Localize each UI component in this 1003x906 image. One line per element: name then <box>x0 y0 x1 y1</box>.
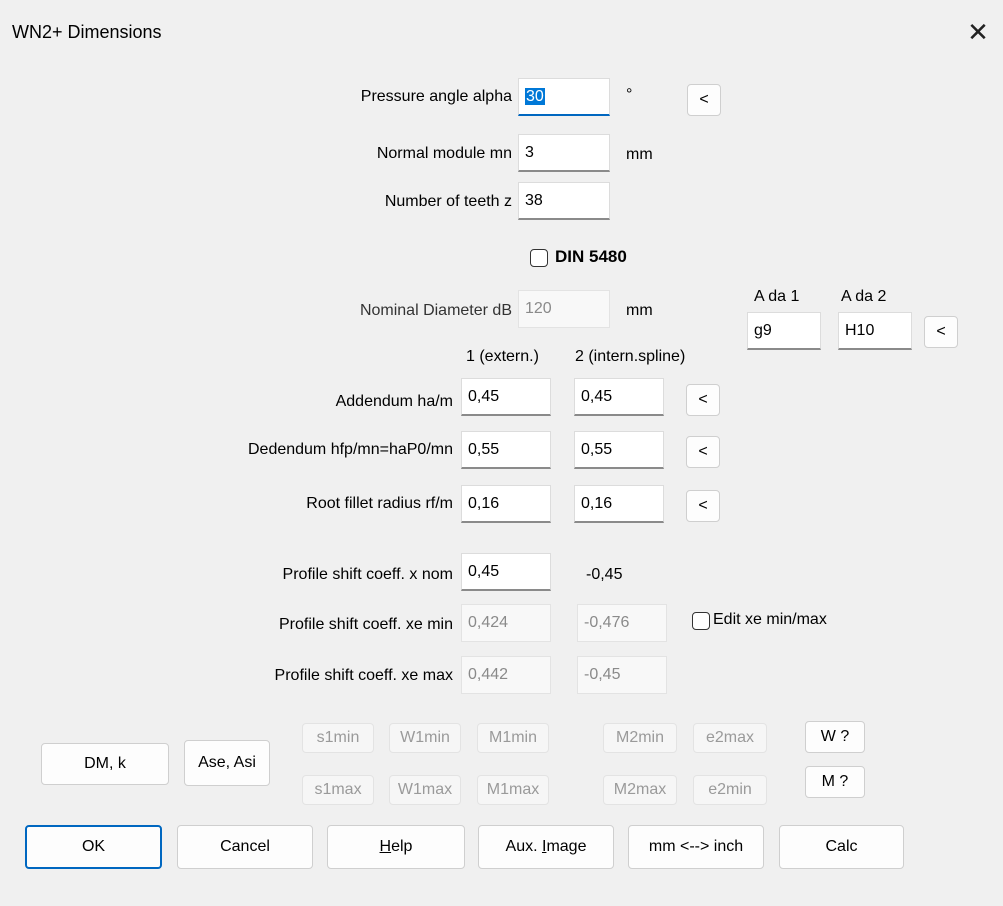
teeth-input[interactable]: 38 <box>518 182 610 220</box>
edit-xe-label: Edit xe min/max <box>713 611 827 628</box>
tolerance-header-1: A da 1 <box>754 288 800 305</box>
w-query-button[interactable]: W ? <box>805 721 865 753</box>
profile-shift-nom-input[interactable]: 0,45 <box>461 553 551 591</box>
help-label-rest: elp <box>391 838 413 855</box>
column-header-extern: 1 (extern.) <box>466 348 539 365</box>
dedendum-reset-button[interactable]: < <box>686 436 720 468</box>
nominal-diameter-unit: mm <box>626 302 653 319</box>
profile-shift-nom-label: Profile shift coeff. x nom <box>282 566 453 583</box>
din-5480-checkbox[interactable] <box>530 249 548 267</box>
pressure-angle-input[interactable]: 30 <box>518 78 610 116</box>
profile-shift-min-2-input[interactable]: -0,476 <box>577 604 667 642</box>
degree-unit: ° <box>626 86 633 103</box>
tolerance-1-input[interactable]: g9 <box>747 312 821 350</box>
edit-xe-checkbox[interactable] <box>692 612 710 630</box>
s1min-button[interactable]: s1min <box>302 723 374 753</box>
m1max-button[interactable]: M1max <box>477 775 549 805</box>
dm-k-button[interactable]: DM, k <box>41 743 169 785</box>
m-query-button[interactable]: M ? <box>805 766 865 798</box>
addendum-reset-button[interactable]: < <box>686 384 720 416</box>
help-mnemonic: H <box>379 838 392 855</box>
e2max-button[interactable]: e2max <box>693 723 767 753</box>
m1min-button[interactable]: M1min <box>477 723 549 753</box>
root-fillet-2-input[interactable]: 0,16 <box>574 485 664 523</box>
aux-label-pre: Aux. <box>505 838 542 855</box>
pressure-angle-reset-button[interactable]: < <box>687 84 721 116</box>
help-button[interactable]: Help <box>327 825 465 869</box>
profile-shift-max-label: Profile shift coeff. xe max <box>274 667 453 684</box>
dedendum-label: Dedendum hfp/mn=haP0/mn <box>247 441 453 458</box>
normal-module-label: Normal module mn <box>376 145 512 162</box>
s1max-button[interactable]: s1max <box>302 775 374 805</box>
ok-button[interactable]: OK <box>25 825 162 869</box>
profile-shift-min-label: Profile shift coeff. xe min <box>279 616 453 633</box>
root-fillet-1-input[interactable]: 0,16 <box>461 485 551 523</box>
nominal-diameter-input[interactable]: 120 <box>518 290 610 328</box>
profile-shift-min-1-input[interactable]: 0,424 <box>461 604 551 642</box>
window-title: WN2+ Dimensions <box>12 22 162 42</box>
ase-asi-button[interactable]: Ase, Asi <box>184 740 270 786</box>
m2min-button[interactable]: M2min <box>603 723 677 753</box>
aux-label-rest: mage <box>546 838 587 855</box>
din-5480-label: DIN 5480 <box>555 247 627 266</box>
normal-module-unit: mm <box>626 146 653 163</box>
title-bar: WN2+ Dimensions ✕ <box>0 0 1003 62</box>
unit-toggle-button[interactable]: mm <--> inch <box>628 825 764 869</box>
profile-shift-nom-intern-value: -0,45 <box>586 566 623 583</box>
dialog-window: WN2+ Dimensions ✕ Pressure angle alpha 3… <box>0 0 1003 906</box>
addendum-2-input[interactable]: 0,45 <box>574 378 664 416</box>
nominal-diameter-label: Nominal Diameter dB <box>359 302 512 319</box>
aux-image-button[interactable]: Aux. Image <box>478 825 614 869</box>
column-header-intern: 2 (intern.spline) <box>575 348 686 365</box>
root-fillet-label: Root fillet radius rf/m <box>306 495 453 512</box>
pressure-angle-value: 30 <box>525 88 545 105</box>
teeth-label: Number of teeth z <box>384 193 512 210</box>
addendum-label: Addendum ha/m <box>335 393 453 410</box>
dedendum-1-input[interactable]: 0,55 <box>461 431 551 469</box>
profile-shift-max-1-input[interactable]: 0,442 <box>461 656 551 694</box>
calc-button[interactable]: Calc <box>779 825 904 869</box>
e2min-button[interactable]: e2min <box>693 775 767 805</box>
profile-shift-max-2-input[interactable]: -0,45 <box>577 656 667 694</box>
addendum-1-input[interactable]: 0,45 <box>461 378 551 416</box>
normal-module-input[interactable]: 3 <box>518 134 610 172</box>
tolerance-2-input[interactable]: H10 <box>838 312 912 350</box>
root-fillet-reset-button[interactable]: < <box>686 490 720 522</box>
dedendum-2-input[interactable]: 0,55 <box>574 431 664 469</box>
pressure-angle-label: Pressure angle alpha <box>360 88 512 105</box>
w1min-button[interactable]: W1min <box>389 723 461 753</box>
close-icon[interactable]: ✕ <box>962 16 994 48</box>
tolerance-header-2: A da 2 <box>841 288 887 305</box>
tolerance-reset-button[interactable]: < <box>924 316 958 348</box>
cancel-button[interactable]: Cancel <box>177 825 313 869</box>
m2max-button[interactable]: M2max <box>603 775 677 805</box>
w1max-button[interactable]: W1max <box>389 775 461 805</box>
